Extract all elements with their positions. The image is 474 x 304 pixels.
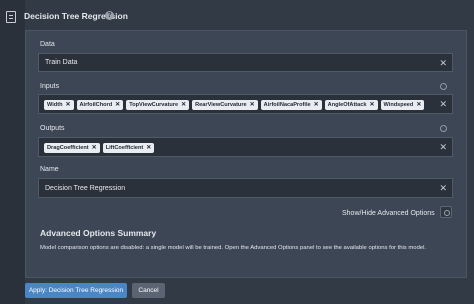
outputs-multiselect[interactable]: DragCoefficient ✕ LiftCoefficient ✕ ✕ [38,137,453,157]
chip-label: Windspeed [383,102,414,108]
chip-angleofattack: AngleOfAttack ✕ [324,100,378,110]
name-input[interactable]: Decision Tree Regression ✕ [38,178,453,198]
chip-label: TopViewCurvature [129,102,179,108]
data-select-value: Train Data [45,59,78,66]
chip-label: Width [47,102,63,108]
chip-label: RearViewCurvature [195,102,247,108]
inputs-label: Inputs [40,83,60,90]
inputs-info-icon[interactable] [440,83,447,90]
inputs-chip-list: Width ✕ AirfoilChord ✕ TopViewCurvature ✕ Rear… [44,100,425,110]
chip-windspeed: Windspeed ✕ [380,100,425,110]
clear-name-icon[interactable]: ✕ [439,184,447,193]
remove-chip-icon[interactable]: ✕ [65,101,70,109]
chip-label: AirfoilNacaProfile [263,102,311,108]
data-label: Data [40,41,55,48]
chip-dragcoefficient: DragCoefficient ✕ [44,143,100,153]
clear-data-icon[interactable]: ✕ [439,59,447,68]
remove-chip-icon[interactable]: ✕ [250,101,255,109]
left-rail [0,0,25,304]
chip-label: LiftCoefficient [105,145,144,151]
help-circle-icon[interactable]: ? [105,11,114,20]
remove-chip-icon[interactable]: ✕ [92,144,97,152]
remove-chip-icon[interactable]: ✕ [146,144,151,152]
name-input-value: Decision Tree Regression [45,185,126,192]
inputs-multiselect[interactable]: Width ✕ AirfoilChord ✕ TopViewCurvature ✕ Rear… [38,94,453,114]
chip-label: AngleOfAttack [327,102,367,108]
remove-chip-icon[interactable]: ✕ [416,101,421,109]
chip-width: Width ✕ [44,100,74,110]
remove-chip-icon[interactable]: ✕ [115,101,120,109]
chip-rearviewcurvature: RearViewCurvature ✕ [192,100,258,110]
advanced-options-toggle-label[interactable]: Show/Hide Advanced Options [342,210,435,217]
outputs-info-icon[interactable] [440,125,447,132]
chip-label: AirfoilChord [79,102,113,108]
chip-airfoilchord: AirfoilChord ✕ [76,100,124,110]
advanced-summary-text: Model comparison options are disabled: a… [40,245,427,251]
data-select[interactable]: Train Data ✕ [38,53,453,72]
advanced-options-toggle-button[interactable] [440,206,452,218]
outputs-chip-list: DragCoefficient ✕ LiftCoefficient ✕ [44,143,155,153]
clear-inputs-icon[interactable]: ✕ [439,100,447,109]
name-label: Name [40,166,59,173]
chip-topviewcurvature: TopViewCurvature ✕ [126,100,190,110]
chip-label: DragCoefficient [47,145,89,151]
cancel-button[interactable]: Cancel [132,283,165,298]
apply-button[interactable]: Apply: Decision Tree Regression [25,283,127,298]
document-icon[interactable] [6,11,16,23]
outputs-label: Outputs [40,125,65,132]
remove-chip-icon[interactable]: ✕ [314,101,319,109]
advanced-summary-title: Advanced Options Summary [40,228,157,238]
remove-chip-icon[interactable]: ✕ [370,101,375,109]
chip-airfoilnacaprofile: AirfoilNacaProfile ✕ [260,100,322,110]
remove-chip-icon[interactable]: ✕ [181,101,186,109]
clear-outputs-icon[interactable]: ✕ [439,143,447,152]
chip-liftcoefficient: LiftCoefficient ✕ [102,143,155,153]
